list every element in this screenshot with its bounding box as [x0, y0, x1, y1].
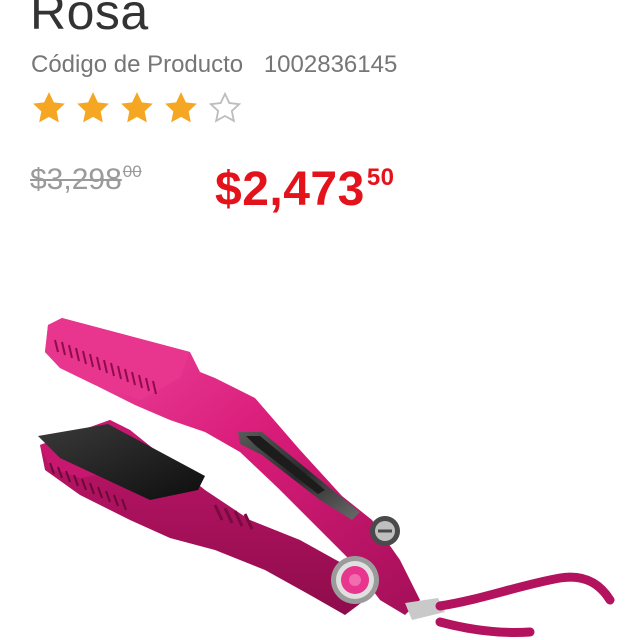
original-price: $3,29800 — [30, 150, 142, 202]
product-detail-page: Rosa Código de Producto 1002836145 $3,29… — [0, 0, 640, 640]
star-filled-icon — [165, 92, 197, 123]
original-price-cents: 00 — [122, 162, 142, 181]
original-price-main: $3,298 — [30, 163, 122, 196]
product-code-row: Código de Producto 1002836145 — [31, 49, 397, 81]
star-filled-icon — [77, 92, 109, 123]
sale-price-main: $2,473 — [215, 163, 365, 216]
sale-price-cents: 50 — [366, 164, 395, 191]
product-code-label: Código de Producto — [31, 51, 244, 78]
product-image-hair-straightener[interactable] — [0, 250, 640, 640]
star-filled-icon — [33, 92, 65, 123]
sale-price: $2,47350 — [215, 148, 395, 220]
product-code-value: 1002836145 — [263, 51, 398, 78]
star-outline-icon — [208, 91, 242, 123]
product-title: Rosa — [30, 0, 149, 40]
product-rating[interactable] — [29, 88, 245, 128]
star-filled-icon — [121, 92, 153, 123]
